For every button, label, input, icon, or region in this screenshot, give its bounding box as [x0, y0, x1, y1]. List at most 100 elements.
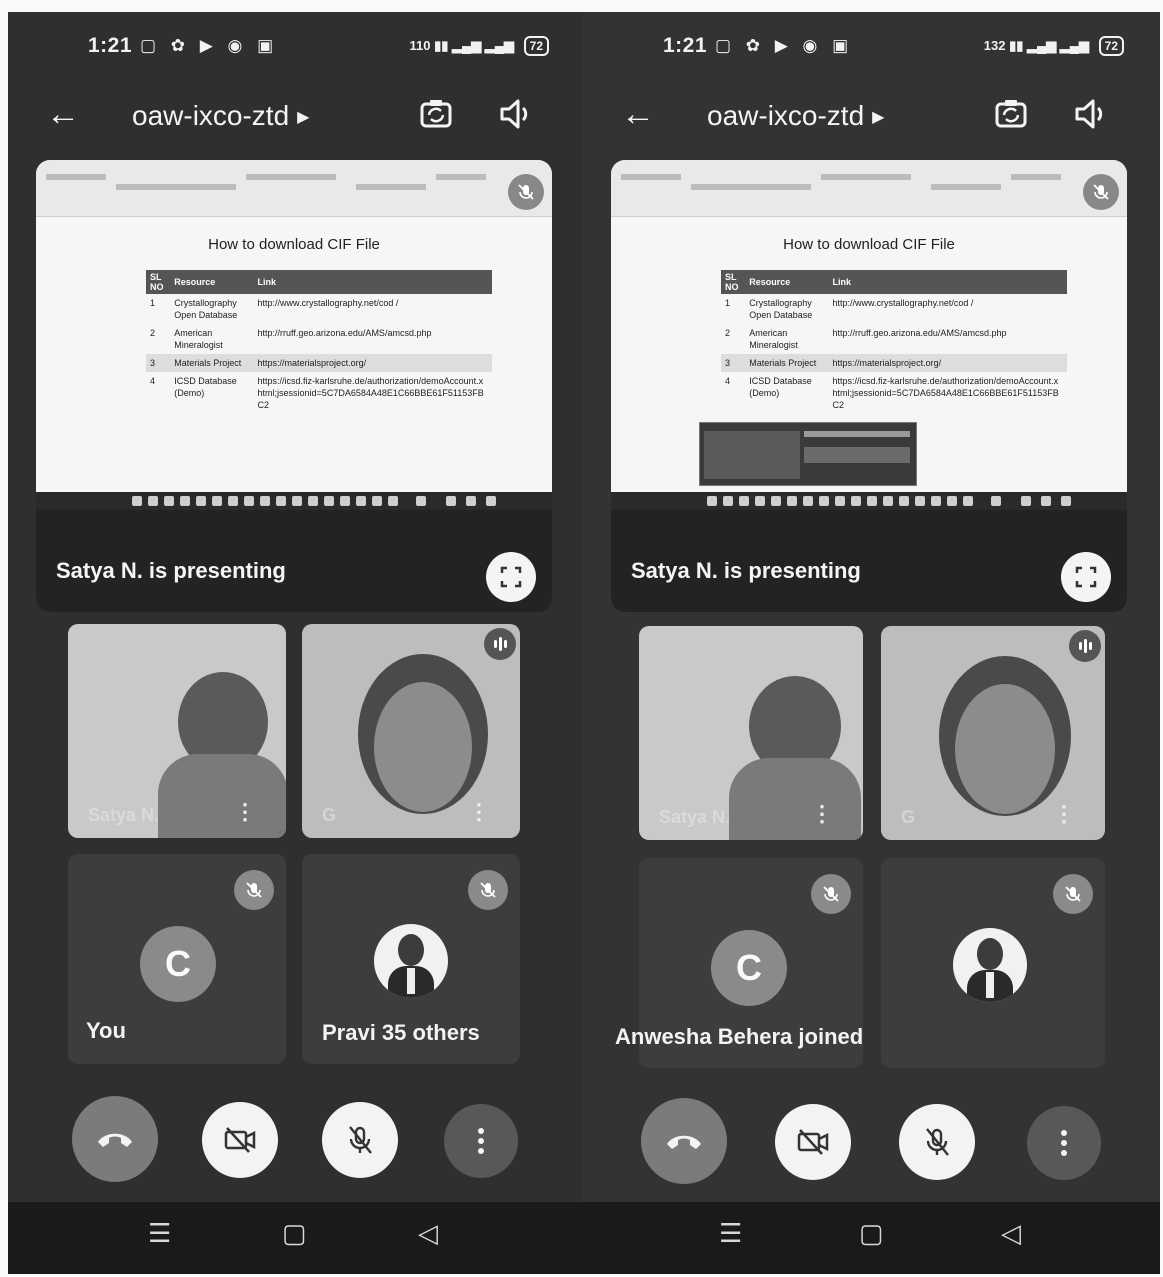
more-vert-icon[interactable]: ⋮ [234, 801, 256, 823]
table-header: Resource [170, 270, 254, 294]
table-cell: American Mineralogist [174, 328, 223, 350]
table-cell: https://icsd.fiz-karlsruhe.de/authorizat… [257, 376, 484, 410]
participant-tile-video[interactable]: G ⋮ [302, 624, 520, 838]
table-cell: https://materialsproject.org/ [828, 354, 1067, 372]
mic-off-icon [926, 1128, 949, 1156]
presenting-label: Satya N. is presenting [56, 558, 286, 583]
table-cell: ICSD Database (Demo) [174, 376, 237, 398]
join-notification: Anwesha Behera joined [615, 1024, 864, 1049]
table-cell: 2 [150, 328, 156, 338]
presentation-card[interactable]: How to download CIF File SL NO Resource … [36, 160, 552, 612]
participant-tile-video[interactable]: Satya N. ⋮ [68, 624, 286, 838]
shared-screen: How to download CIF File SL NO Resource … [611, 160, 1127, 510]
more-vert-icon[interactable]: ⋮ [1053, 803, 1075, 825]
caret-right-icon: ▶ [297, 108, 310, 126]
meeting-code: oaw-ixco-ztd [707, 100, 865, 131]
camera-toggle-button[interactable] [775, 1104, 851, 1180]
table-row: 3 Materials Project https://materialspro… [146, 354, 492, 372]
participant-tile-video[interactable]: Satya N. ⋮ [639, 626, 863, 840]
signal-icon: ▮▮ ▂▄▆ ▂▄▆ [434, 38, 515, 53]
video-off-icon [224, 1127, 256, 1153]
participant-name: G [901, 807, 916, 827]
more-vert-icon[interactable]: ⋮ [468, 801, 490, 823]
mic-off-icon [468, 870, 508, 910]
table-header: Resource [745, 270, 829, 294]
back-triangle-icon[interactable]: ◁ [418, 1218, 438, 1249]
menu-icon[interactable]: ☰ [719, 1218, 742, 1249]
back-triangle-icon[interactable]: ◁ [1001, 1218, 1021, 1249]
table-cell: 4 [150, 376, 156, 386]
table-cell: http://rruff.geo.arizona.edu/AMS/amcsd.p… [832, 328, 1007, 338]
table-cell: ICSD Database (Demo) [749, 376, 812, 398]
home-icon[interactable]: ▢ [282, 1218, 307, 1249]
signal-icon: ▮▮ ▂▄▆ ▂▄▆ [1009, 38, 1090, 53]
table-row: 4 ICSD Database (Demo) https://icsd.fiz-… [146, 372, 492, 414]
fullscreen-button[interactable] [486, 552, 536, 602]
participants-overflow-label[interactable]: Pravi 35 others [322, 1020, 480, 1046]
more-options-button[interactable] [444, 1104, 518, 1178]
participant-name: Satya N. [659, 807, 731, 827]
table-cell: Materials Project [170, 354, 254, 372]
home-icon[interactable]: ▢ [859, 1218, 884, 1249]
table-row: 4 ICSD Database (Demo) https://icsd.fiz-… [721, 372, 1067, 414]
participant-tile[interactable] [881, 858, 1105, 1068]
notification-icons: ▢ ✿ ▶ ◉ ▣ [715, 36, 854, 55]
table-header: SL NO [146, 270, 171, 294]
table-cell: Crystallography Open Database [174, 298, 238, 320]
shared-screen: How to download CIF File SL NO Resource … [36, 160, 552, 510]
mic-off-icon [1083, 174, 1119, 210]
mic-off-icon [234, 870, 274, 910]
participant-tile-video[interactable]: G ⋮ [881, 626, 1105, 840]
table-header-row: SL NO Resource Link [721, 270, 1067, 294]
phone-screenshot-left: 1:21 ▢ ✿ ▶ ◉ ▣ 110 ▮▮ ▂▄▆ ▂▄▆ 72 ← oaw-i… [8, 12, 585, 1274]
table-header: SL NO [721, 270, 746, 294]
avatar: C [140, 926, 216, 1002]
speaker-icon[interactable] [1071, 94, 1111, 134]
status-bar: 1:21 ▢ ✿ ▶ ◉ ▣ 132 ▮▮ ▂▄▆ ▂▄▆ 72 [583, 34, 1160, 64]
meeting-title[interactable]: oaw-ixco-ztd ▶ [707, 96, 884, 138]
hang-up-button[interactable] [72, 1096, 158, 1182]
table-cell: 3 [721, 354, 746, 372]
mic-toggle-button[interactable] [322, 1102, 398, 1178]
notification-icons: ▢ ✿ ▶ ◉ ▣ [140, 36, 279, 55]
table-cell: 1 [150, 298, 156, 308]
status-time: 1:21 [663, 34, 708, 57]
flip-camera-icon[interactable] [991, 94, 1031, 134]
fullscreen-button[interactable] [1061, 552, 1111, 602]
battery-icon: 72 [1098, 36, 1124, 56]
back-arrow-icon[interactable]: ← [46, 94, 80, 134]
menu-icon[interactable]: ☰ [148, 1218, 171, 1249]
presentation-card[interactable]: How to download CIF File SL NO Resource … [611, 160, 1127, 612]
slide-title: How to download CIF File [783, 236, 955, 253]
mic-toggle-button[interactable] [899, 1104, 975, 1180]
table-cell: http://rruff.geo.arizona.edu/AMS/amcsd.p… [257, 328, 432, 338]
table-cell: American Mineralogist [749, 328, 798, 350]
fullscreen-icon [500, 566, 522, 588]
more-vert-icon [478, 1128, 484, 1154]
more-vert-icon[interactable]: ⋮ [811, 803, 833, 825]
top-app-bar: ← oaw-ixco-ztd ▶ [583, 90, 1160, 150]
network-indicators: 110 ▮▮ ▂▄▆ ▂▄▆ 72 [409, 36, 549, 56]
camera-toggle-button[interactable] [202, 1102, 278, 1178]
mic-off-icon [1053, 874, 1093, 914]
avatar [374, 924, 448, 998]
speaker-icon[interactable] [496, 94, 536, 134]
table-row: 1 Crystallography Open Database http://w… [146, 294, 492, 324]
top-app-bar: ← oaw-ixco-ztd ▶ [8, 90, 585, 150]
table-row: 2 American Mineralogist http://rruff.geo… [146, 324, 492, 354]
hang-up-button[interactable] [641, 1098, 727, 1184]
avatar [953, 928, 1027, 1002]
table-header-row: SL NO Resource Link [146, 270, 492, 294]
participant-name: G [322, 805, 337, 825]
more-options-button[interactable] [1027, 1106, 1101, 1180]
flip-camera-icon[interactable] [416, 94, 456, 134]
back-arrow-icon[interactable]: ← [621, 94, 655, 134]
table-row: 3 Materials Project https://materialspro… [721, 354, 1067, 372]
status-time: 1:21 [88, 34, 133, 57]
system-nav-bar: ☰ ▢ ◁ [8, 1202, 585, 1274]
caret-right-icon: ▶ [872, 108, 885, 126]
table-header: Link [253, 270, 492, 294]
meeting-title[interactable]: oaw-ixco-ztd ▶ [132, 96, 309, 138]
table-cell: Materials Project [745, 354, 829, 372]
audio-level-icon [484, 628, 516, 660]
